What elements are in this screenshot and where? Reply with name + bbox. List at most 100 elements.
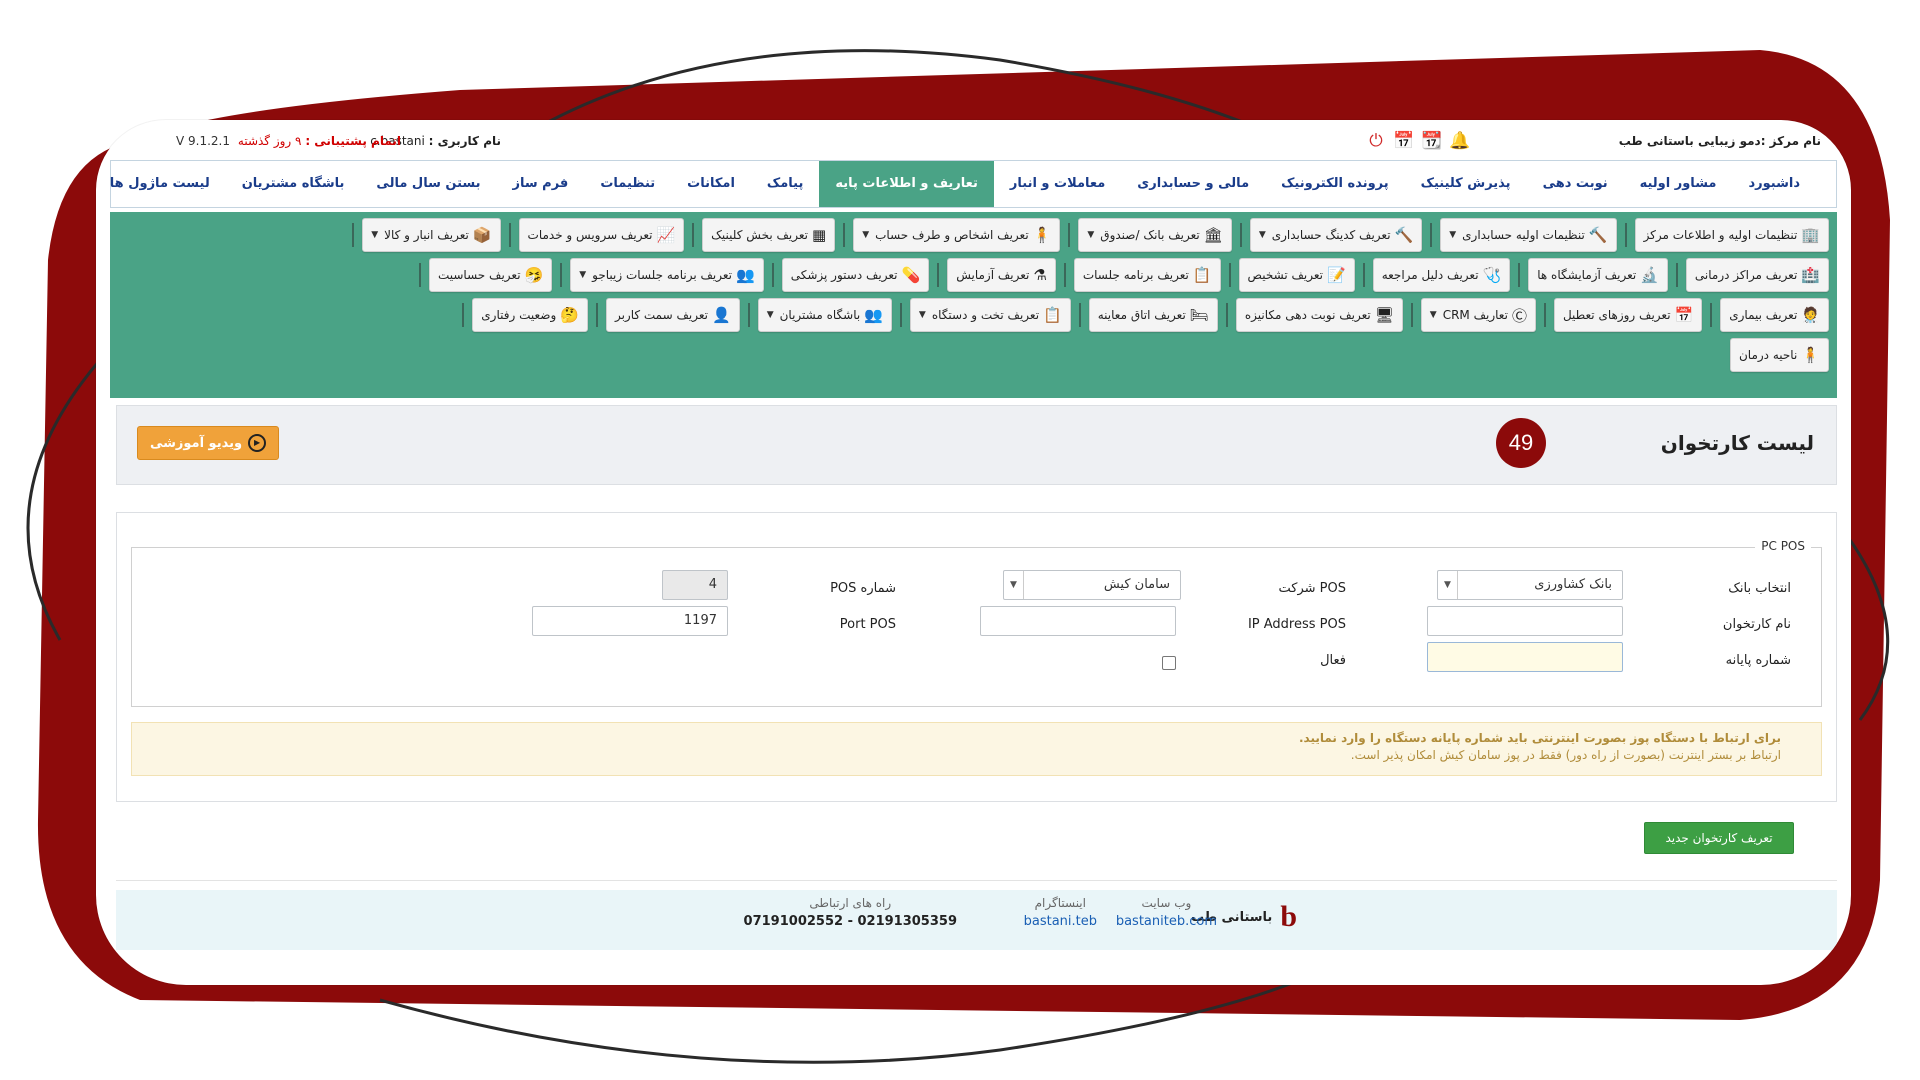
nav-item-4[interactable]: پرونده الکترونیک bbox=[1265, 161, 1405, 207]
submenu-separator bbox=[418, 263, 421, 287]
submenu-item[interactable]: 🤧 تعریف حساسیت bbox=[428, 258, 553, 292]
nav-item-7[interactable]: تعاریف و اطلاعات پایه bbox=[819, 161, 994, 207]
submenu-item[interactable]: 🔬 تعریف آزمایشگاه ها bbox=[1528, 258, 1668, 292]
footer-contact: راه های ارتباطی 07191002552 - 0219130535… bbox=[744, 896, 957, 929]
active-label: فعال bbox=[1320, 653, 1346, 668]
submenu-item[interactable]: 💊 تعریف دستور پزشکی bbox=[781, 258, 930, 292]
pos-number-input[interactable]: 4 bbox=[662, 570, 728, 600]
caret-down-icon: ▼ bbox=[1087, 230, 1095, 240]
center-name: نام مرکز :دمو زیبایی باستانی طب bbox=[1618, 134, 1821, 148]
nav-item-1[interactable]: مشاور اولیه bbox=[1624, 161, 1733, 207]
submenu-item-icon: 🧑‍⚕ bbox=[1801, 306, 1820, 324]
nav-item-10[interactable]: تنظیمات bbox=[584, 161, 671, 207]
submenu-separator bbox=[1410, 303, 1413, 327]
submenu-separator bbox=[1430, 223, 1433, 247]
submenu-item-icon: 🛏 bbox=[1189, 306, 1209, 324]
submenu-separator bbox=[747, 303, 750, 327]
pos-company-select[interactable]: سامان کیش ▼ bbox=[1003, 570, 1181, 600]
nav-item-3[interactable]: پذیرش کلینیک bbox=[1405, 161, 1527, 207]
submenu-item[interactable]: 📈 تعریف سرویس و خدمات bbox=[518, 218, 685, 252]
alert-line-2: ارتباط بر بستر اینترنت (بصورت از راه دور… bbox=[1350, 748, 1781, 762]
active-checkbox[interactable] bbox=[1162, 656, 1176, 670]
submenu-item[interactable]: 🏢 تنظیمات اولیه و اطلاعات مرکز bbox=[1634, 218, 1829, 252]
nav-item-9[interactable]: امکانات bbox=[671, 161, 751, 207]
submenu-item[interactable]: 👥 باشگاه مشتریان ▼ bbox=[757, 298, 892, 332]
submenu-item[interactable]: 👥 تعریف برنامه جلسات زیباجو ▼ bbox=[570, 258, 764, 292]
submenu-item[interactable]: 📅 تعریف روزهای تعطیل bbox=[1553, 298, 1703, 332]
nav-item-12[interactable]: بستن سال مالی bbox=[360, 161, 496, 207]
submenu-item-label: تعریف آزمایشگاه ها bbox=[1537, 268, 1637, 282]
stage: نام مرکز :دمو زیبایی باستانی طب ⏻ 📅 📆 🔔 … bbox=[0, 0, 1920, 1080]
submenu-separator bbox=[508, 223, 511, 247]
ip-address-input[interactable] bbox=[980, 606, 1176, 636]
nav-item-0[interactable]: داشبورد bbox=[1732, 161, 1816, 207]
nav-item-13[interactable]: باشگاه مشتریان bbox=[226, 161, 361, 207]
submenu-separator bbox=[771, 263, 774, 287]
submenu-separator bbox=[1225, 303, 1228, 327]
submenu-item[interactable]: Ⓒ تعاریف CRM ▼ bbox=[1420, 298, 1536, 332]
terminal-label: شماره پایانه bbox=[1725, 653, 1791, 668]
submenu-item[interactable]: 🏛 تعریف بانک /صندوق ▼ bbox=[1078, 218, 1232, 252]
instagram-link[interactable]: bastani.teb bbox=[1024, 914, 1097, 929]
submenu-separator bbox=[899, 303, 902, 327]
nav-item-14[interactable]: لیست ماژول ها bbox=[96, 161, 226, 207]
submenu-item[interactable]: 👤 تعریف سمت کاربر bbox=[605, 298, 740, 332]
submenu-item[interactable]: 🔨 تنظیمات اولیه حسابداری ▼ bbox=[1440, 218, 1617, 252]
terminal-input[interactable] bbox=[1427, 642, 1623, 672]
version: V 9.1.2.1 bbox=[176, 134, 231, 148]
submenu-item[interactable]: 🩺 تعریف دلیل مراجعه bbox=[1372, 258, 1511, 292]
bell-icon[interactable]: 🔔 bbox=[1449, 130, 1471, 152]
submenu-item[interactable]: 🏥 تعریف مراکز درمانی bbox=[1685, 258, 1829, 292]
tutorial-video-button[interactable]: ▶ ویدیو آموزشی bbox=[137, 426, 279, 460]
submenu-item-icon: 📅 bbox=[1674, 306, 1694, 324]
submenu-item[interactable]: ▦ تعریف بخش کلینیک bbox=[702, 218, 836, 252]
brand-logo: b bbox=[1280, 900, 1297, 933]
submenu-item[interactable]: 📝 تعریف تشخیص bbox=[1238, 258, 1355, 292]
new-pos-button[interactable]: تعریف کارتخوان جدید bbox=[1644, 822, 1794, 854]
submenu-item-label: تعریف اشخاص و طرف حساب bbox=[875, 228, 1029, 242]
nav-item-5[interactable]: مالی و حسابداری bbox=[1121, 161, 1265, 207]
bank-select[interactable]: بانک کشاورزی ▼ bbox=[1437, 570, 1623, 600]
submenu-item-label: تعریف نوبت دهی مکانیزه bbox=[1244, 308, 1371, 322]
submenu-item-label: تعریف برنامه جلسات bbox=[1082, 268, 1189, 282]
play-icon: ▶ bbox=[248, 434, 267, 452]
submenu-item-label: تعریف آزمایش bbox=[956, 268, 1030, 282]
website-link[interactable]: bastaniteb.com bbox=[1116, 914, 1217, 929]
submenu-item[interactable]: 🧍 تعریف اشخاص و طرف حساب ▼ bbox=[853, 218, 1061, 252]
power-icon[interactable]: ⏻ bbox=[1365, 130, 1387, 152]
submenu-separator bbox=[1362, 263, 1365, 287]
submenu-item[interactable]: 🛏 تعریف اتاق معاینه bbox=[1088, 298, 1218, 332]
calendar-icon[interactable]: 📆 bbox=[1421, 130, 1443, 152]
top-bar: نام مرکز :دمو زیبایی باستانی طب ⏻ 📅 📆 🔔 … bbox=[156, 131, 1821, 156]
submenu-separator bbox=[1078, 303, 1081, 327]
pos-name-input[interactable] bbox=[1427, 606, 1623, 636]
footer-instagram: اینستاگرام bastani.teb bbox=[1024, 896, 1097, 929]
nav-item-2[interactable]: نوبت دهی bbox=[1527, 161, 1624, 207]
submenu-item[interactable]: 🧑‍⚕ تعریف بیماری bbox=[1720, 298, 1829, 332]
submenu-item-label: وضعیت رفتاری bbox=[481, 308, 557, 322]
submenu-item[interactable]: ⚗ تعریف آزمایش bbox=[947, 258, 1056, 292]
pos-company-label: شرکت POS bbox=[1278, 581, 1347, 596]
nav-item-6[interactable]: معاملات و انبار bbox=[994, 161, 1121, 207]
submenu-separator bbox=[1624, 223, 1627, 247]
caret-down-icon: ▼ bbox=[1449, 230, 1457, 240]
submenu-item-label: تعریف سمت کاربر bbox=[614, 308, 708, 322]
chevron-down-icon: ▼ bbox=[1438, 571, 1458, 599]
submenu-item-icon: 🔬 bbox=[1640, 266, 1659, 284]
submenu-item-label: تعریف حساسیت bbox=[437, 268, 521, 282]
submenu-item[interactable]: 🖥 تعریف نوبت دهی مکانیزه bbox=[1235, 298, 1403, 332]
nav-item-11[interactable]: فرم ساز bbox=[497, 161, 585, 207]
calendar-check-icon[interactable]: 📅 bbox=[1393, 130, 1415, 152]
submenu-item[interactable]: 🧍 ناحیه درمان bbox=[1729, 338, 1829, 372]
nav-item-8[interactable]: پیامک bbox=[751, 161, 819, 207]
submenu-item-icon: 🔨 bbox=[1394, 226, 1414, 244]
submenu-item-label: باشگاه مشتریان bbox=[779, 308, 861, 322]
submenu-item[interactable]: 📋 تعریف برنامه جلسات bbox=[1073, 258, 1221, 292]
submenu-item[interactable]: 🔨 تعریف کدینگ حسابداری ▼ bbox=[1249, 218, 1423, 252]
port-input[interactable]: 1197 bbox=[532, 606, 728, 636]
submenu-item[interactable]: 🤔 وضعیت رفتاری bbox=[472, 298, 588, 332]
submenu-item[interactable]: 📋 تعریف تخت و دستگاه ▼ bbox=[909, 298, 1071, 332]
submenu-item[interactable]: 📦 تعریف انبار و کالا ▼ bbox=[362, 218, 501, 252]
chevron-down-icon: ▼ bbox=[1004, 571, 1024, 599]
top-icons: ⏻ 📅 📆 🔔 bbox=[1365, 130, 1471, 152]
